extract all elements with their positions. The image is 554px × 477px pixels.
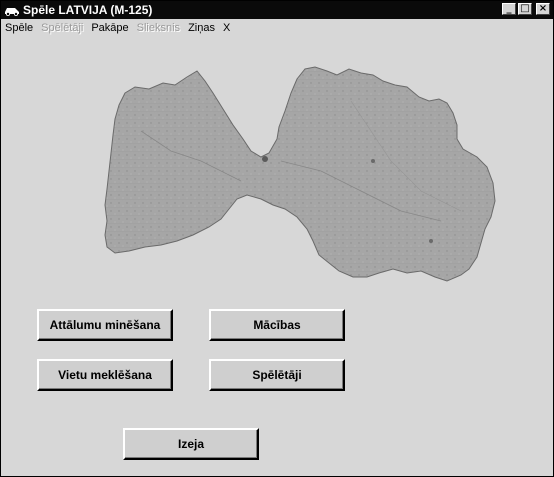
maximize-button[interactable]: □ bbox=[518, 3, 532, 15]
menu-threshold[interactable]: Slieksnis bbox=[133, 22, 184, 34]
window-title: Spēle LATVIJA (M-125) bbox=[23, 3, 153, 17]
menu-exit-x[interactable]: X bbox=[219, 22, 234, 34]
place-search-button[interactable]: Vietu meklēšana bbox=[37, 359, 173, 391]
players-button[interactable]: Spēlētāji bbox=[209, 359, 345, 391]
menu-bar: Spēle Spēlētāji Pakāpe Slieksnis Ziņas X bbox=[1, 20, 553, 36]
app-window: Spēle LATVIJA (M-125) _ □ × Spēle Spēlēt… bbox=[0, 0, 554, 477]
car-icon bbox=[5, 8, 19, 16]
window-controls: _ □ × bbox=[502, 3, 550, 15]
title-bar[interactable]: Spēle LATVIJA (M-125) _ □ × bbox=[1, 1, 553, 19]
exit-button[interactable]: Izeja bbox=[123, 428, 259, 460]
menu-players[interactable]: Spēlētāji bbox=[37, 22, 87, 34]
country-shape bbox=[104, 66, 496, 282]
training-button[interactable]: Mācības bbox=[209, 309, 345, 341]
latvia-map bbox=[104, 66, 496, 282]
menu-level[interactable]: Pakāpe bbox=[87, 22, 132, 34]
menu-game[interactable]: Spēle bbox=[1, 22, 37, 34]
menu-info[interactable]: Ziņas bbox=[184, 22, 219, 34]
minimize-button[interactable]: _ bbox=[502, 3, 516, 15]
close-button[interactable]: × bbox=[536, 3, 550, 15]
distance-guess-button[interactable]: Attālumu minēšana bbox=[37, 309, 173, 341]
